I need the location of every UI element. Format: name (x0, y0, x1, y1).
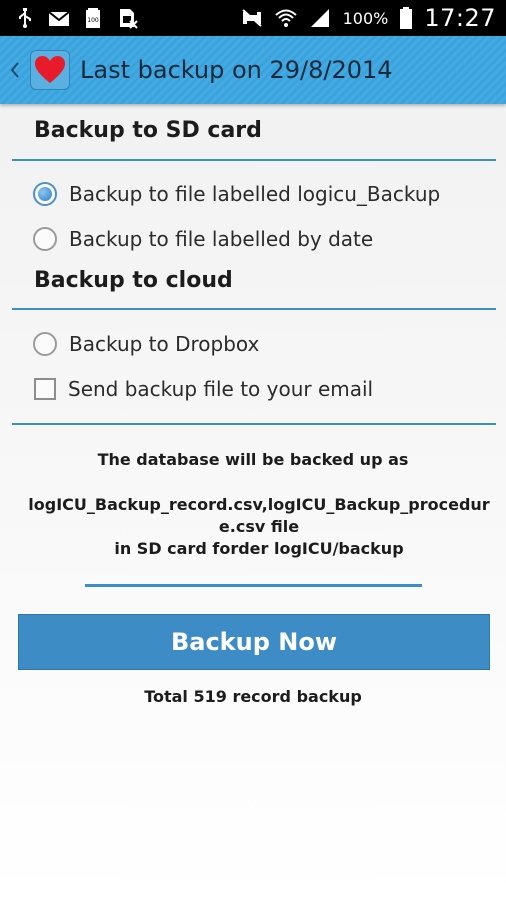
mute-icon (241, 9, 262, 27)
cloud-section-title: Backup to cloud (34, 268, 233, 293)
chevron-left-icon (10, 62, 19, 78)
option-dropbox[interactable]: Backup to Dropbox (33, 332, 259, 356)
option-dropbox-label: Backup to Dropbox (69, 332, 260, 356)
action-bar: Last backup on 29/8/2014 (0, 36, 506, 104)
status-right-icons: 100% 17:27 (241, 4, 496, 32)
options-bottom-divider (12, 423, 496, 425)
back-button[interactable] (4, 50, 26, 90)
option-email[interactable]: Send backup file to your email (33, 377, 373, 401)
status-bar: 100 100% 17:27 (0, 0, 506, 36)
mail-icon (48, 11, 70, 26)
backup-info-heading: The database will be backed up as (97, 450, 409, 469)
page-title: Last backup on 29/8/2014 (80, 56, 393, 84)
total-records-text: Total 519 record backup (144, 687, 362, 706)
cloud-divider (12, 308, 496, 310)
radio-backup-labelled[interactable] (33, 182, 57, 206)
wifi-icon (274, 9, 297, 27)
backup-info-filenames-cont: e.csv file (218, 517, 300, 536)
option-backup-labelled[interactable]: Backup to file labelled logicu_Backup (33, 182, 440, 206)
option-backup-labelled-label: Backup to file labelled logicu_Backup (69, 182, 441, 206)
option-backup-by-date[interactable]: Backup to file labelled by date (33, 227, 373, 251)
option-email-label: Send backup file to your email (68, 377, 374, 401)
battery-percent: 100% (342, 8, 389, 28)
heart-icon (35, 56, 65, 83)
radio-backup-by-date[interactable] (33, 227, 57, 251)
info-divider (85, 584, 422, 587)
signal-icon (310, 9, 329, 27)
status-left-icons: 100 (14, 7, 138, 29)
checkbox-email[interactable] (34, 378, 56, 400)
usb-icon (19, 8, 31, 28)
backup-info-filenames: logICU_Backup_record.csv,logICU_Backup_p… (28, 495, 490, 514)
battery-icon (400, 7, 413, 29)
sd-section-title: Backup to SD card (34, 118, 262, 143)
no-sim-icon (120, 9, 138, 29)
option-backup-by-date-label: Backup to file labelled by date (69, 227, 374, 251)
backup-info-folder: in SD card forder logICU/backup (114, 539, 404, 558)
battery-100-icon: 100 (86, 8, 100, 28)
sd-divider (12, 159, 496, 161)
radio-dropbox[interactable] (33, 332, 57, 356)
clock: 17:27 (424, 4, 496, 32)
backup-now-button[interactable]: Backup Now (18, 614, 490, 670)
app-logo[interactable] (30, 50, 70, 90)
backup-info-details: logICU_Backup_record.csv,logICU_Backup_p… (24, 494, 494, 560)
svg-text:100: 100 (87, 17, 99, 24)
